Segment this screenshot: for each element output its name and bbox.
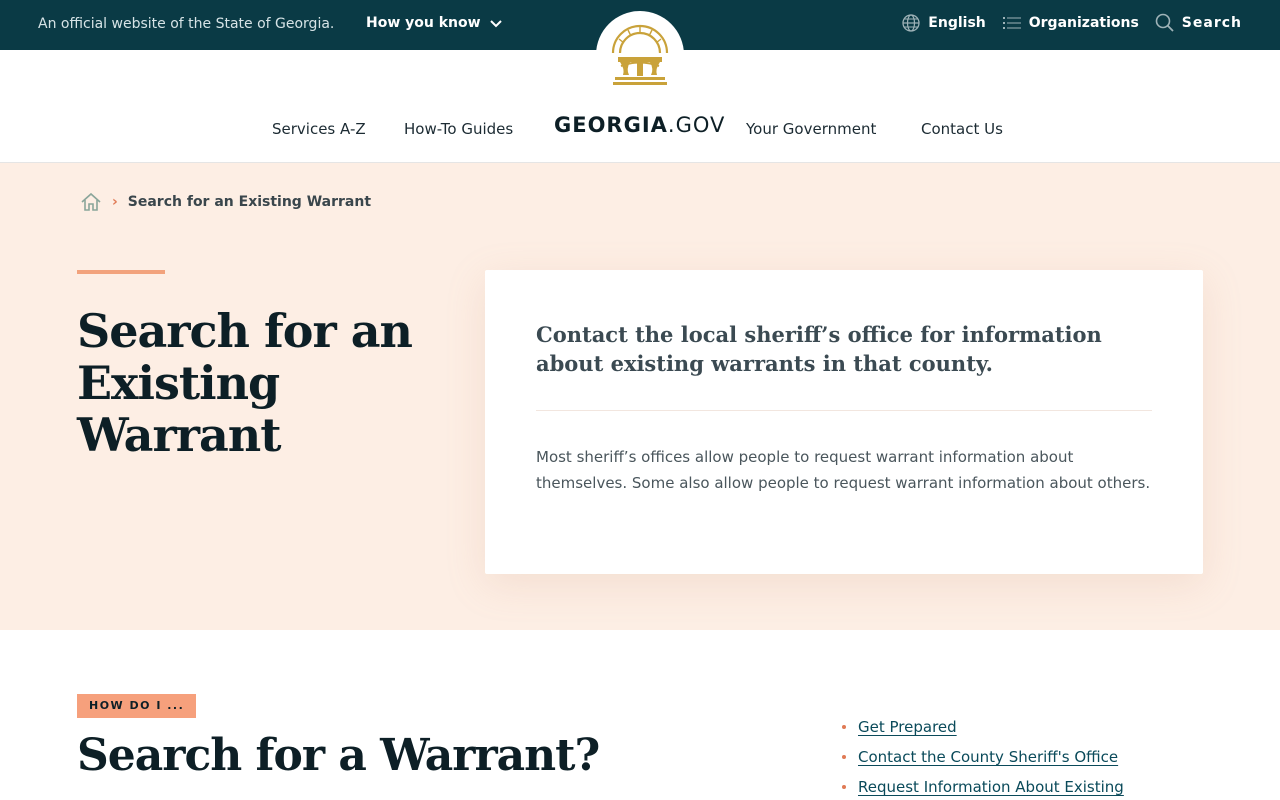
title-accent-bar	[77, 270, 165, 274]
georgia-gov-wordmark[interactable]: GEORGIA.GOV	[554, 113, 725, 137]
toc-link-request-information[interactable]: Request Information About Existing	[858, 778, 1124, 796]
nav-how-to-guides[interactable]: How-To Guides	[404, 120, 513, 138]
brand-light: .GOV	[667, 113, 726, 137]
organizations-label: Organizations	[1028, 15, 1139, 31]
bullet-icon	[842, 755, 846, 759]
breadcrumb-separator-icon: ›	[112, 194, 118, 210]
summary-body: Most sheriff’s offices allow people to r…	[536, 448, 1151, 492]
how-you-know-toggle[interactable]: How you know	[366, 15, 503, 31]
how-you-know-label: How you know	[366, 15, 481, 31]
brand-bold: GEORGIA	[554, 113, 668, 137]
georgia-seal-logo[interactable]	[596, 11, 684, 99]
bullet-icon	[842, 725, 846, 729]
toc-item: Contact the County Sheriff's Office	[842, 742, 1124, 772]
page-title: Search for an Existing Warrant	[77, 304, 413, 462]
language-label: English	[928, 15, 986, 31]
breadcrumb: › Search for an Existing Warrant	[80, 191, 371, 213]
nav-services-a-z[interactable]: Services A-Z	[272, 120, 366, 138]
list-icon	[1002, 17, 1021, 29]
state-seal-icon	[611, 24, 669, 85]
table-of-contents: Get Prepared Contact the County Sheriff'…	[842, 712, 1124, 800]
toc-item: Request Information About Existing	[842, 772, 1124, 800]
toc-item: Get Prepared	[842, 712, 1124, 742]
organizations-button[interactable]: Organizations	[1002, 13, 1139, 33]
summary-card: Contact the local sheriff’s office for i…	[485, 270, 1203, 574]
section-heading: Search for a Warrant?	[77, 730, 600, 781]
language-button[interactable]: English	[901, 13, 986, 33]
card-divider	[536, 410, 1152, 411]
bullet-icon	[842, 785, 846, 789]
breadcrumb-current: Search for an Existing Warrant	[127, 194, 372, 210]
summary-lead: Contact the local sheriff’s office for i…	[536, 322, 1102, 376]
search-button[interactable]: Search	[1155, 13, 1242, 33]
home-icon[interactable]	[80, 191, 102, 213]
toc-link-contact-sheriff[interactable]: Contact the County Sheriff's Office	[858, 748, 1118, 766]
search-icon	[1155, 13, 1174, 32]
toc-link-get-prepared[interactable]: Get Prepared	[858, 718, 957, 736]
how-do-i-tag: HOW DO I ...	[77, 694, 197, 718]
nav-contact-us[interactable]: Contact Us	[921, 120, 1003, 138]
official-site-text: An official website of the State of Geor…	[38, 16, 335, 32]
globe-icon	[902, 14, 920, 32]
chevron-down-icon	[489, 20, 502, 28]
utility-nav: English Organizations Search	[901, 13, 1242, 33]
nav-your-government[interactable]: Your Government	[746, 120, 876, 138]
search-label: Search	[1181, 15, 1242, 31]
hero-section: › Search for an Existing Warrant Search …	[0, 163, 1280, 630]
